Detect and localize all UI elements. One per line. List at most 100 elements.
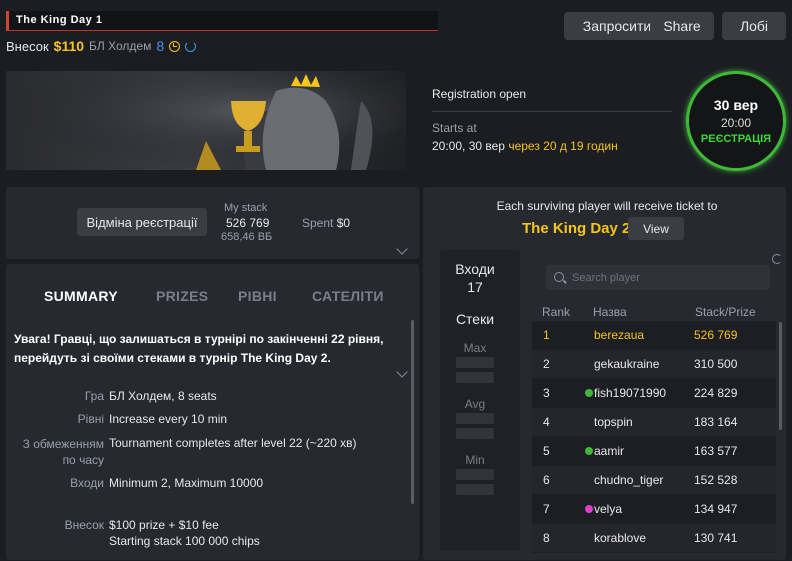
name-cell: velya bbox=[594, 502, 623, 516]
table-row[interactable]: 6 chudno_tiger 152 528 bbox=[532, 466, 776, 495]
column-stack[interactable]: Stack/Prize bbox=[695, 305, 756, 319]
stack-cell: 224 829 bbox=[694, 386, 738, 400]
my-stack-value: 526 769 bbox=[226, 216, 270, 230]
unregister-button[interactable]: Відміна реєстрації bbox=[77, 208, 207, 236]
rank-cell: 2 bbox=[543, 357, 550, 371]
tab-satellites[interactable]: САТЕЛІТИ bbox=[312, 288, 384, 304]
spent: Spent $0 bbox=[302, 216, 350, 230]
table-row[interactable]: 8 korablove 130 741 bbox=[532, 524, 776, 553]
search-input[interactable] bbox=[570, 268, 764, 288]
info-label-time-limit: З обмеженням по часу bbox=[22, 437, 104, 467]
buyin-label: Внесок bbox=[6, 38, 49, 54]
spent-value: $0 bbox=[336, 216, 351, 230]
column-rank[interactable]: Rank bbox=[542, 305, 570, 319]
rank-cell: 6 bbox=[543, 473, 550, 487]
starts-value: 20:00, 30 вер через 20 д 19 годин bbox=[432, 139, 618, 153]
min-value-bar bbox=[456, 469, 494, 480]
online-status-icon bbox=[585, 389, 593, 397]
players-scrollbar[interactable] bbox=[779, 322, 782, 430]
next-event-info: Each surviving player will receive ticke… bbox=[496, 199, 718, 213]
name-cell: chudno_tiger bbox=[594, 473, 664, 487]
lobby-button[interactable]: Лобі bbox=[722, 12, 786, 40]
info-value-starting-stack: Starting stack 100 000 chips bbox=[109, 534, 260, 548]
starts-datetime: 20:00, 30 вер bbox=[432, 139, 505, 153]
rank-cell: 7 bbox=[543, 502, 550, 516]
summary-warning: Увага! Гравці, що залишаться в турнірі п… bbox=[14, 332, 384, 365]
view-next-event-button[interactable]: View bbox=[628, 217, 684, 240]
info-value-game: БЛ Холдем, 8 seats bbox=[109, 389, 217, 403]
name-cell: fish19071990 bbox=[594, 386, 667, 400]
my-stack-label: My stack bbox=[224, 202, 268, 214]
stack-cell: 163 577 bbox=[694, 444, 738, 458]
status-dot-icon bbox=[585, 505, 593, 513]
info-value-entries: Minimum 2, Maximum 10000 bbox=[109, 476, 264, 490]
stack-cell: 310 500 bbox=[694, 357, 738, 371]
max-value-bar-2 bbox=[456, 372, 494, 383]
max-value-bar bbox=[456, 357, 494, 368]
players-table: 1 berezaua 526 769 2 gekaukraine 310 500… bbox=[532, 321, 776, 553]
badge-time: 20:00 bbox=[720, 116, 752, 130]
badge-date: 30 вер bbox=[713, 97, 759, 113]
table-row[interactable]: 7 velya 134 947 bbox=[532, 495, 776, 524]
table-row[interactable]: 1 berezaua 526 769 bbox=[532, 321, 776, 350]
table-row[interactable]: 3 fish19071990 224 829 bbox=[532, 379, 776, 408]
info-value-time-limit: Tournament completes after level 22 (~22… bbox=[109, 436, 357, 450]
table-row[interactable]: 5 aamir 163 577 bbox=[532, 437, 776, 466]
stack-cell: 183 164 bbox=[694, 415, 738, 429]
rank-cell: 1 bbox=[543, 328, 550, 342]
stack-cell: 526 769 bbox=[694, 328, 738, 342]
king-banner-image bbox=[6, 71, 406, 170]
name-cell: korablove bbox=[594, 531, 647, 545]
table-row[interactable]: 4 topspin 183 164 bbox=[532, 408, 776, 437]
tournament-title: The King Day 1 bbox=[16, 14, 103, 26]
stack-cell: 130 741 bbox=[694, 531, 738, 545]
tournament-banner bbox=[6, 71, 406, 170]
name-cell: berezaua bbox=[594, 328, 645, 342]
info-label-game: Гра bbox=[84, 389, 104, 403]
my-stack-bb: 658,46 ВБ bbox=[221, 231, 273, 243]
max-label: Max bbox=[463, 341, 487, 355]
rank-cell: 3 bbox=[543, 386, 550, 400]
stack-cell: 152 528 bbox=[694, 473, 738, 487]
avg-value-bar bbox=[456, 413, 494, 424]
rank-cell: 5 bbox=[543, 444, 550, 458]
info-value-levels: Increase every 10 min bbox=[109, 412, 228, 426]
player-search[interactable] bbox=[546, 265, 770, 290]
tournament-title-bar: The King Day 1 bbox=[6, 11, 438, 31]
registration-date-badge[interactable]: 30 вер 20:00 РЕЄСТРАЦІЯ bbox=[686, 71, 786, 171]
search-icon bbox=[554, 272, 564, 282]
seats-count: 8 bbox=[156, 38, 165, 54]
entries-value: 17 bbox=[467, 279, 483, 295]
next-event-name: The King Day 2 bbox=[522, 220, 631, 237]
stacks-label: Стеки bbox=[455, 311, 495, 327]
tournament-subline: Внесок $110 БЛ Холдем 8 bbox=[6, 37, 197, 55]
entries-label: Входи bbox=[455, 261, 495, 277]
info-label-levels: Рівні bbox=[77, 412, 104, 426]
rebuy-icon bbox=[185, 40, 197, 52]
name-cell: topspin bbox=[594, 415, 633, 429]
stack-cell: 134 947 bbox=[694, 502, 738, 516]
avg-label: Avg bbox=[464, 397, 486, 411]
min-value-bar-2 bbox=[456, 484, 494, 495]
tab-levels[interactable]: РІВНІ bbox=[238, 288, 277, 304]
avg-value-bar-2 bbox=[456, 428, 494, 439]
starts-relative: через 20 д 19 годин bbox=[508, 139, 618, 153]
rank-cell: 4 bbox=[543, 415, 550, 429]
rank-cell: 8 bbox=[543, 531, 550, 545]
badge-label: РЕЄСТРАЦІЯ bbox=[700, 133, 772, 145]
min-label: Min bbox=[465, 453, 485, 467]
table-row[interactable]: 2 gekaukraine 310 500 bbox=[532, 350, 776, 379]
summary-scrollbar[interactable] bbox=[411, 320, 414, 504]
spent-label: Spent bbox=[302, 216, 334, 230]
divider bbox=[432, 111, 672, 112]
my-status-panel bbox=[6, 187, 419, 259]
tab-summary[interactable]: SUMMARY bbox=[44, 288, 118, 304]
share-button[interactable]: Share bbox=[650, 12, 714, 40]
column-name[interactable]: Назва bbox=[593, 305, 627, 319]
registration-status: Registration open bbox=[432, 87, 527, 101]
refresh-icon[interactable] bbox=[772, 254, 782, 264]
info-label-entries: Входи bbox=[70, 476, 104, 490]
starts-label: Starts at bbox=[432, 121, 477, 135]
tab-prizes[interactable]: PRIZES bbox=[156, 288, 208, 304]
clock-icon bbox=[169, 40, 181, 52]
